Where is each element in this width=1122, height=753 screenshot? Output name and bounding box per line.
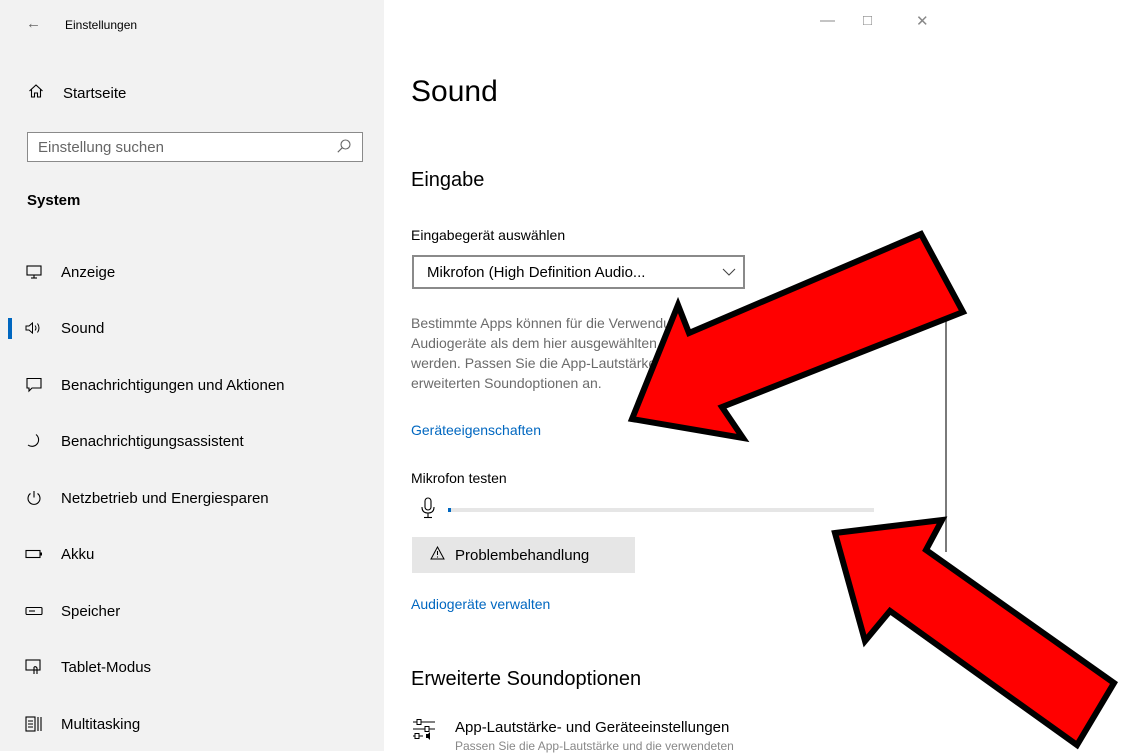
sidebar-item-label: Speicher (61, 602, 121, 620)
info-text: Bestimmte Apps können für die Verwendung… (411, 313, 911, 393)
app-volume-settings[interactable]: App-Lautstärke- und Geräteeinstellungen … (411, 718, 734, 753)
info-line: Audiogeräte als dem hier ausgewählten (411, 335, 657, 351)
search-input[interactable] (28, 133, 328, 161)
sidebar-item-sound[interactable]: Sound (0, 308, 384, 348)
app-volume-title: App-Lautstärke- und Geräteeinstellungen (455, 719, 730, 736)
sidebar-item-label: Startseite (63, 84, 127, 102)
sidebar-item-label: Multitasking (61, 715, 141, 733)
sidebar-item-battery[interactable]: Akku (0, 534, 384, 574)
main-content: Sound Eingabe Eingabegerät auswählen Mik… (384, 0, 1122, 753)
input-device-value: Mikrofon (High Definition Audio... (427, 263, 646, 281)
divider (945, 312, 947, 552)
mixer-icon (411, 718, 441, 753)
sidebar-item-storage[interactable]: Speicher (0, 591, 384, 631)
home-icon (28, 83, 48, 104)
power-icon (22, 490, 46, 506)
sidebar-item-power[interactable]: Netzbetrieb und Energiesparen (0, 478, 384, 518)
sidebar-item-label: Tablet-Modus (61, 658, 152, 676)
sidebar-item-label: Sound (61, 319, 105, 337)
sidebar-item-home[interactable]: Startseite (28, 80, 126, 106)
sidebar-item-label: Akku (61, 545, 95, 563)
monitor-icon (22, 265, 46, 279)
sidebar-item-tablet-mode[interactable]: Tablet-Modus (0, 647, 384, 687)
info-line: werden. Passen Sie die App-Lautstärke in… (411, 355, 699, 371)
back-arrow-icon[interactable]: ← (26, 15, 41, 32)
sidebar-item-multitasking[interactable]: Multitasking (0, 704, 384, 744)
notification-icon (22, 377, 46, 393)
chevron-down-icon (715, 268, 743, 276)
sidebar-group-label: System (27, 192, 81, 209)
input-device-select[interactable]: Mikrofon (High Definition Audio... (412, 255, 745, 289)
sidebar-item-label: Anzeige (61, 263, 116, 281)
sidebar-item-label: Benachrichtigungen und Aktionen (61, 376, 285, 394)
sidebar-item-label: Benachrichtigungsassistent (61, 432, 244, 450)
sidebar-item-focus-assist[interactable]: Benachrichtigungsassistent (0, 421, 384, 461)
manage-audio-devices-link[interactable]: Audiogeräte verwalten (411, 596, 550, 612)
troubleshoot-button[interactable]: Problembehandlung (412, 537, 635, 573)
info-line: erweiterten Soundoptionen an. (411, 375, 602, 391)
warning-icon (430, 545, 445, 564)
sidebar: ← Einstellungen Startseite System Anzeig… (0, 0, 384, 751)
window-title: Einstellungen (65, 18, 138, 32)
section-heading-input: Eingabe (411, 169, 485, 191)
microphone-icon (420, 497, 436, 524)
page-title: Sound (411, 75, 498, 108)
search-icon[interactable] (336, 138, 352, 154)
speaker-icon (22, 321, 46, 335)
section-heading-advanced: Erweiterte Soundoptionen (411, 668, 642, 690)
tablet-mode-icon (22, 659, 46, 675)
battery-icon (22, 549, 46, 559)
storage-icon (22, 606, 46, 616)
multitasking-icon (22, 716, 46, 732)
device-properties-link[interactable]: Geräteeigenschaften (411, 422, 541, 438)
settings-search[interactable] (27, 132, 363, 162)
sidebar-item-anzeige[interactable]: Anzeige (0, 252, 384, 292)
sidebar-item-notifications[interactable]: Benachrichtigungen und Aktionen (0, 365, 384, 405)
active-indicator (8, 318, 12, 339)
moon-icon (22, 433, 46, 449)
mic-test-label: Mikrofon testen (411, 470, 507, 486)
troubleshoot-label: Problembehandlung (455, 546, 590, 564)
sidebar-item-label: Netzbetrieb und Energiesparen (61, 489, 269, 507)
input-device-label: Eingabegerät auswählen (411, 227, 566, 243)
mic-level-meter (448, 508, 874, 512)
info-line: Bestimmte Apps können für die Verwendung (411, 315, 687, 331)
mic-level-fill (448, 508, 451, 512)
